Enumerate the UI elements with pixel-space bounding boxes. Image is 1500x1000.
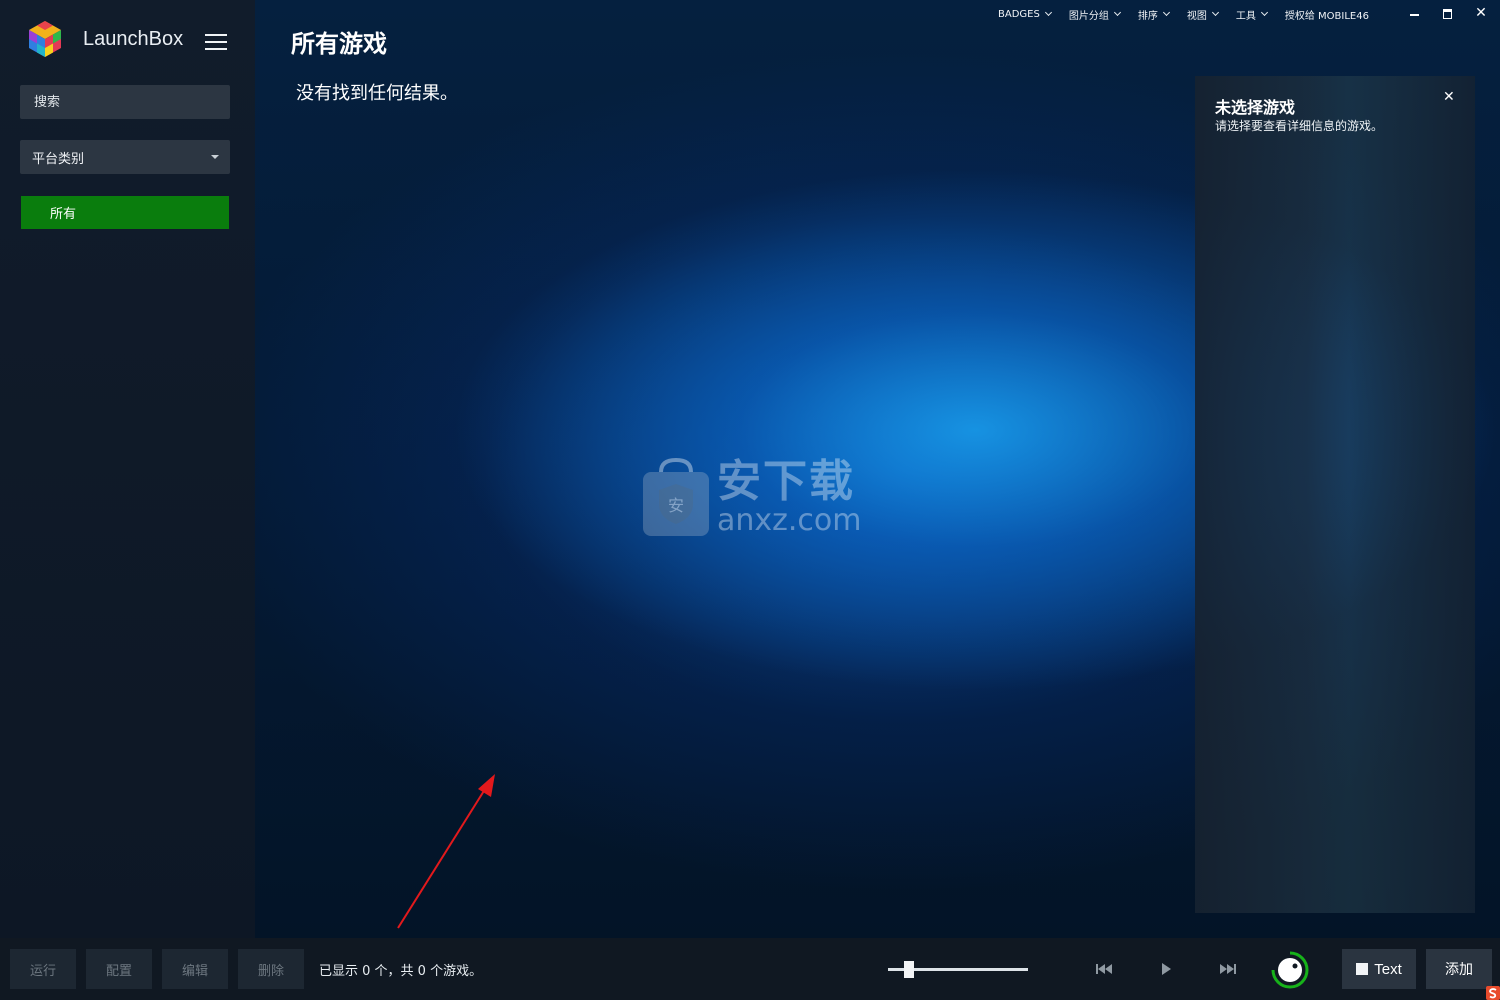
menu-view[interactable]: 视图 bbox=[1186, 7, 1219, 22]
chevron-down-icon bbox=[1211, 8, 1219, 17]
chevron-down-icon bbox=[1162, 8, 1170, 17]
launchbox-window: LaunchBox 平台类别 所有 所有游戏 没有找到任何结果。 安 安下载 bbox=[0, 0, 1500, 1000]
game-details-panel: 未选择游戏 请选择要查看详细信息的游戏。 ✕ bbox=[1195, 76, 1475, 913]
chevron-down-icon bbox=[1044, 8, 1052, 17]
app-name: LaunchBox bbox=[83, 27, 184, 50]
watermark-cn: 安下载 bbox=[717, 456, 855, 507]
menu-image-group[interactable]: 图片分组 bbox=[1068, 7, 1121, 22]
status-text: 已显示 0 个，共 0 个游戏。 bbox=[319, 964, 483, 979]
run-button[interactable]: 运行 bbox=[10, 949, 76, 989]
watermark-shield-bag-icon: 安 bbox=[643, 458, 709, 536]
edit-button[interactable]: 编辑 bbox=[162, 949, 228, 989]
add-button[interactable]: 添加 bbox=[1426, 949, 1492, 989]
details-title: 未选择游戏 bbox=[1215, 98, 1296, 117]
menu-label: BADGES bbox=[998, 8, 1040, 20]
minimize-icon[interactable] bbox=[1408, 5, 1422, 21]
page-title: 所有游戏 bbox=[291, 30, 387, 58]
menu-badges[interactable]: BADGES bbox=[998, 8, 1052, 20]
menu-label: 工具 bbox=[1235, 10, 1256, 22]
menu-label: 视图 bbox=[1186, 10, 1207, 22]
menu-tools[interactable]: 工具 bbox=[1235, 7, 1268, 22]
sogou-ime-icon[interactable] bbox=[1486, 986, 1500, 1000]
search-input[interactable] bbox=[20, 85, 230, 119]
platform-category-dropdown[interactable]: 平台类别 bbox=[20, 140, 230, 174]
text-toggle-label: Text bbox=[1374, 960, 1402, 978]
menu-sort[interactable]: 排序 bbox=[1137, 7, 1170, 22]
configure-button-label: 配置 bbox=[105, 963, 132, 979]
checkbox-square-icon bbox=[1356, 963, 1369, 975]
menu-label: 图片分组 bbox=[1068, 10, 1109, 22]
previous-track-icon[interactable] bbox=[1093, 958, 1115, 980]
license-text: 授权给 MOBILE46 bbox=[1284, 10, 1369, 22]
run-button-label: 运行 bbox=[29, 963, 56, 979]
zoom-slider-thumb[interactable] bbox=[904, 961, 914, 978]
add-button-label: 添加 bbox=[1445, 962, 1473, 978]
sidebar: LaunchBox 平台类别 所有 bbox=[0, 0, 255, 938]
top-menu-bar: BADGES 图片分组 排序 视图 工具 授权给 MOBILE46 bbox=[998, 6, 1369, 22]
edit-button-label: 编辑 bbox=[181, 963, 208, 979]
watermark-text: 安下载 anxz.com bbox=[717, 460, 862, 536]
watermark-en: anxz.com bbox=[717, 503, 862, 538]
sidebar-item-label: 所有 bbox=[50, 207, 77, 222]
sidebar-item-all[interactable]: 所有 bbox=[21, 196, 229, 229]
details-subtitle: 请选择要查看详细信息的游戏。 bbox=[1215, 119, 1384, 133]
watermark: 安 安下载 anxz.com bbox=[641, 458, 862, 538]
no-results-message: 没有找到任何结果。 bbox=[296, 83, 458, 104]
watermark-shield-glyph: 安 bbox=[668, 496, 684, 515]
delete-button[interactable]: 删除 bbox=[238, 949, 304, 989]
bottom-toolbar: 运行 配置 编辑 删除 已显示 0 个，共 0 个游戏。 Text 添加 bbox=[0, 938, 1500, 1000]
loading-spinner-icon[interactable] bbox=[1271, 951, 1309, 989]
maximize-icon[interactable] bbox=[1441, 5, 1455, 21]
chevron-down-icon bbox=[1113, 8, 1121, 17]
configure-button[interactable]: 配置 bbox=[86, 949, 152, 989]
close-icon[interactable]: ✕ bbox=[1443, 89, 1455, 105]
chevron-down-icon bbox=[211, 155, 219, 159]
menu-label: 排序 bbox=[1137, 10, 1158, 22]
chevron-down-icon bbox=[1260, 8, 1268, 17]
delete-button-label: 删除 bbox=[257, 963, 284, 979]
hamburger-menu-icon[interactable] bbox=[205, 34, 227, 50]
app-brand: LaunchBox bbox=[27, 18, 183, 60]
text-toggle-button[interactable]: Text bbox=[1342, 949, 1416, 989]
window-close-icon[interactable]: ✕ bbox=[1474, 5, 1488, 21]
play-icon[interactable] bbox=[1155, 958, 1177, 980]
launchbox-logo-icon bbox=[29, 21, 61, 57]
platform-category-label: 平台类别 bbox=[32, 151, 85, 167]
next-track-icon[interactable] bbox=[1217, 958, 1239, 980]
